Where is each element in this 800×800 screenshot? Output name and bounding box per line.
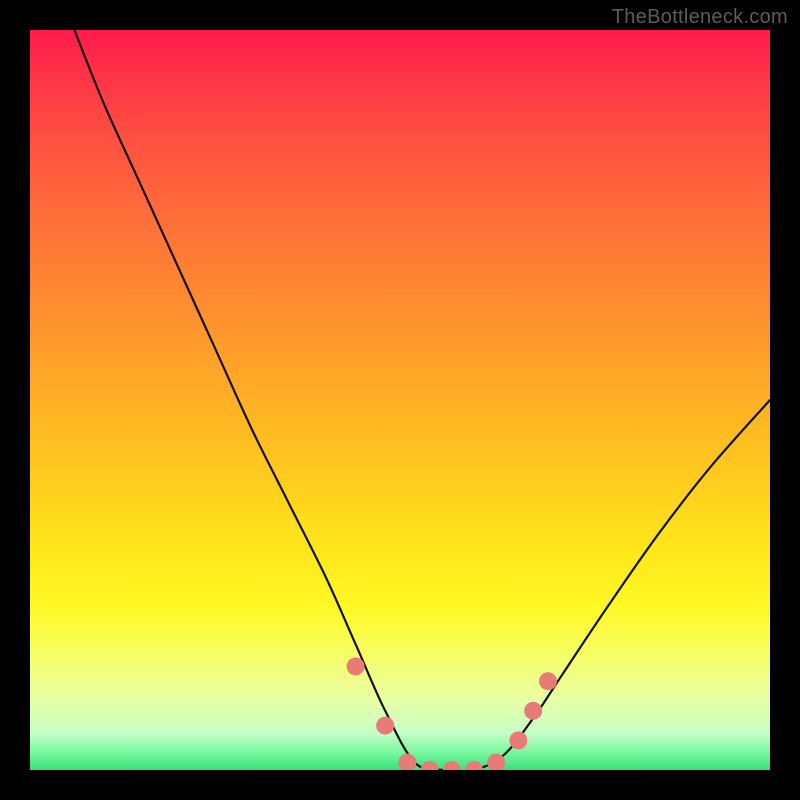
highlight-dots [347,657,557,770]
chart-frame: TheBottleneck.com [0,0,800,800]
highlight-dot [539,672,557,690]
watermark-text: TheBottleneck.com [612,6,788,29]
highlight-dot [398,754,416,770]
highlight-dot [443,761,461,770]
highlight-dot [509,731,527,749]
highlight-dot [376,717,394,735]
highlight-dot [421,761,439,770]
curve-path [74,30,770,770]
plot-area [30,30,770,770]
highlight-dot [465,761,483,770]
curve-layer [30,30,770,770]
highlight-dot [524,702,542,720]
bottleneck-curve [74,30,770,770]
highlight-dot [347,657,365,675]
